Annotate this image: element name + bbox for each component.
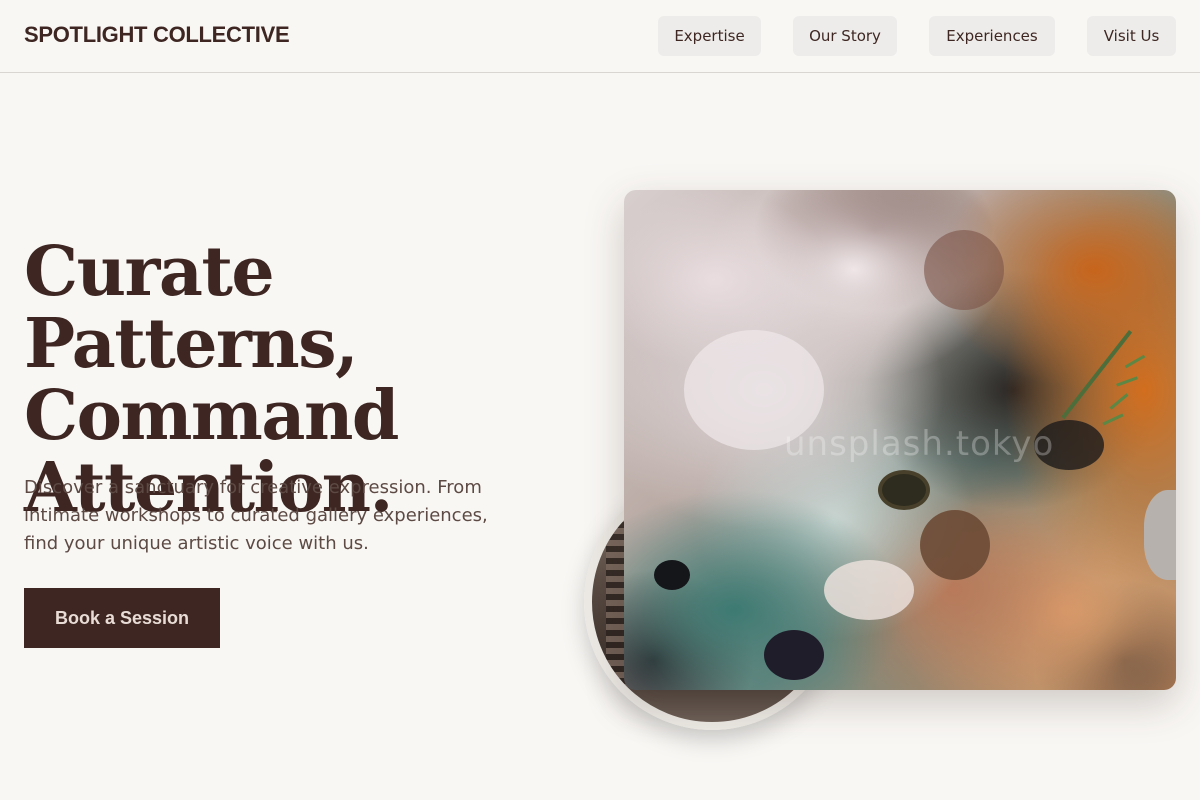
nav-visit-us[interactable]: Visit Us bbox=[1087, 16, 1176, 56]
top-navigation-bar: SPOTLIGHT COLLECTIVE Expertise Our Story… bbox=[0, 0, 1200, 73]
headline-line-2: Command bbox=[24, 376, 399, 456]
paint-blob bbox=[924, 230, 1004, 310]
herb-leaf bbox=[1124, 354, 1146, 369]
paint-texture-image: unsplash.tokyo bbox=[624, 190, 1176, 690]
herb-leaf bbox=[1109, 393, 1129, 410]
nav-expertise[interactable]: Expertise bbox=[658, 16, 761, 56]
hero-description: Discover a sanctuary for creative expres… bbox=[24, 477, 488, 554]
paint-blob bbox=[764, 630, 824, 680]
paint-blob bbox=[878, 470, 930, 510]
herb-sprig bbox=[1061, 330, 1133, 420]
herb-leaf bbox=[1116, 376, 1138, 387]
image-watermark: unsplash.tokyo bbox=[784, 424, 1055, 464]
headline-line-1: Curate Patterns, bbox=[24, 232, 359, 384]
paint-blob bbox=[824, 560, 914, 620]
nav-our-story[interactable]: Our Story bbox=[793, 16, 897, 56]
herb-leaf bbox=[1102, 413, 1124, 426]
site-logo[interactable]: SPOTLIGHT COLLECTIVE bbox=[24, 22, 290, 48]
paint-blob bbox=[1144, 490, 1176, 580]
paint-blob bbox=[920, 510, 990, 580]
nav-experiences[interactable]: Experiences bbox=[929, 16, 1055, 56]
paint-blob bbox=[654, 560, 690, 590]
book-session-button[interactable]: Book a Session bbox=[24, 588, 220, 648]
